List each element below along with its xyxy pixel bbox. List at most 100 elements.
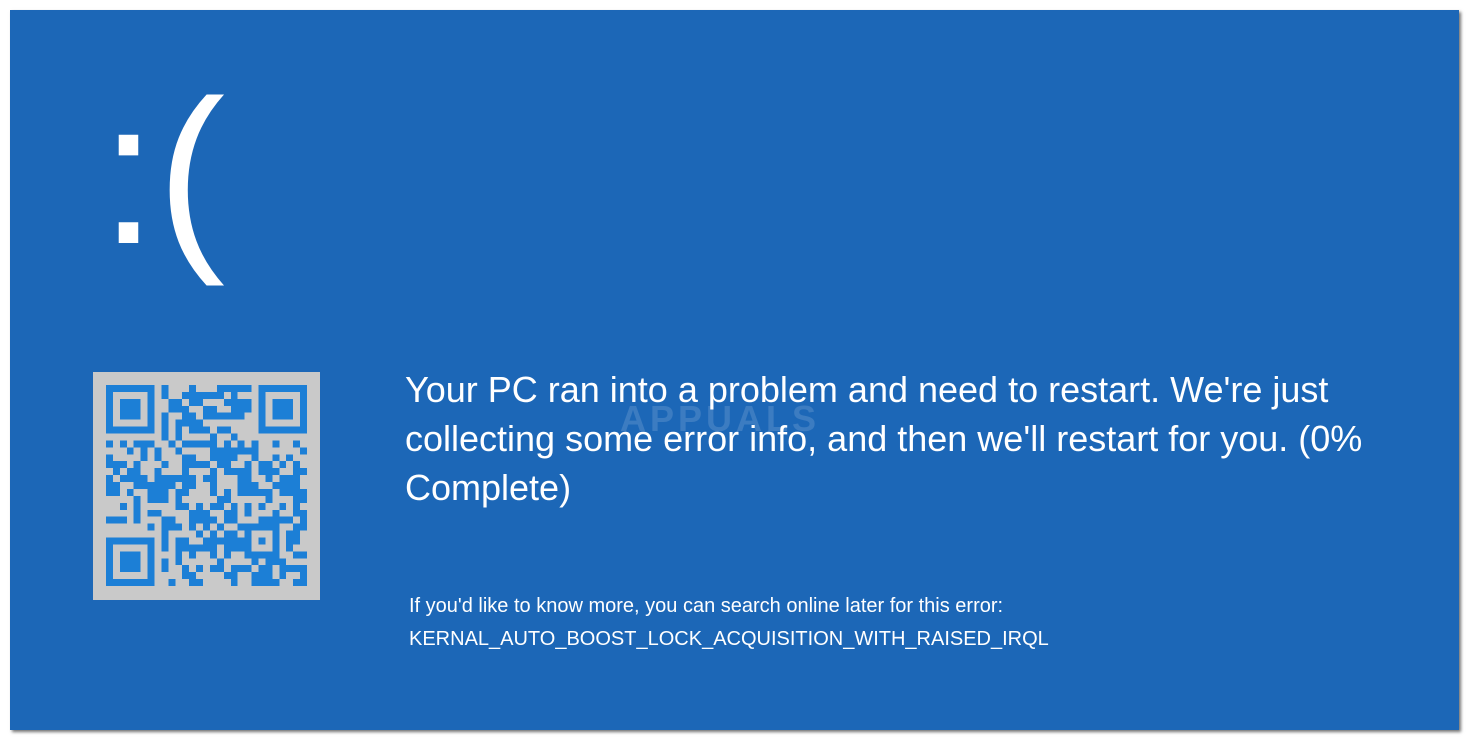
qr-module	[230, 405, 238, 413]
qr-module	[258, 412, 266, 420]
qr-module	[223, 440, 231, 448]
qr-module	[279, 565, 287, 573]
qr-module	[230, 433, 238, 441]
qr-module	[196, 398, 204, 406]
qr-module	[126, 412, 134, 420]
qr-module	[265, 468, 273, 476]
qr-module	[230, 398, 238, 406]
qr-module	[265, 426, 273, 434]
qr-module	[196, 391, 204, 399]
qr-module	[209, 537, 217, 545]
qr-module	[223, 488, 231, 496]
qr-module	[272, 385, 280, 392]
qr-module	[293, 468, 301, 476]
qr-module	[189, 426, 197, 434]
qr-module	[147, 391, 155, 399]
qr-module	[161, 391, 169, 399]
qr-module	[203, 405, 210, 413]
qr-module	[293, 579, 301, 586]
qr-module	[230, 544, 238, 552]
qr-module	[209, 544, 217, 552]
qr-module	[258, 537, 266, 545]
qr-module	[223, 468, 231, 476]
qr-module	[175, 405, 183, 413]
qr-module	[106, 537, 113, 545]
qr-module	[175, 433, 183, 441]
qr-module	[286, 530, 294, 538]
qr-module	[230, 572, 238, 580]
qr-module	[223, 385, 231, 392]
qr-module	[272, 454, 280, 462]
qr-module	[126, 447, 134, 455]
qr-module	[147, 523, 155, 531]
qr-module	[279, 502, 287, 510]
qr-module	[223, 509, 231, 517]
qr-module	[182, 572, 190, 580]
qr-module	[244, 385, 252, 392]
qr-module	[265, 516, 273, 524]
qr-module	[182, 475, 190, 483]
qr-module	[203, 412, 210, 420]
error-message: Your PC ran into a problem and need to r…	[405, 369, 1363, 508]
qr-module	[161, 461, 169, 469]
qr-module	[272, 523, 280, 531]
qr-module	[223, 572, 231, 580]
qr-module	[223, 537, 231, 545]
qr-module	[286, 475, 294, 483]
qr-module	[175, 419, 183, 427]
qr-module	[279, 398, 287, 406]
qr-module	[133, 426, 141, 434]
qr-module	[258, 426, 266, 434]
qr-module	[182, 440, 190, 448]
bsod-screen: :( Your PC ran into a problem and need t…	[10, 10, 1459, 730]
qr-module	[182, 454, 190, 462]
qr-module	[189, 454, 197, 462]
qr-module	[300, 391, 307, 399]
qr-module	[286, 412, 294, 420]
qr-module	[189, 579, 197, 586]
qr-module	[230, 502, 238, 510]
qr-module	[112, 488, 120, 496]
qr-module	[216, 565, 224, 573]
qr-module	[147, 440, 155, 448]
qr-module	[203, 523, 210, 531]
qr-module	[216, 412, 224, 420]
qr-module	[154, 447, 162, 455]
qr-module	[286, 565, 294, 573]
qr-module	[203, 475, 210, 483]
qr-module	[265, 565, 273, 573]
qr-module	[161, 565, 169, 573]
qr-module	[230, 468, 238, 476]
qr-module	[237, 482, 245, 489]
qr-module	[126, 551, 134, 559]
qr-module	[161, 530, 169, 538]
qr-module	[258, 398, 266, 406]
qr-module	[272, 551, 280, 559]
qr-module	[161, 419, 169, 427]
qr-module	[196, 530, 204, 538]
qr-module	[112, 482, 120, 489]
qr-module	[161, 544, 169, 552]
qr-module	[147, 558, 155, 566]
qr-module	[300, 572, 307, 580]
qr-module	[293, 523, 301, 531]
qr-module	[126, 565, 134, 573]
qr-module	[196, 502, 204, 510]
qr-module	[106, 544, 113, 552]
qr-module	[265, 461, 273, 469]
qr-module	[106, 391, 113, 399]
qr-module	[147, 495, 155, 503]
qr-module	[196, 440, 204, 448]
qr-module	[300, 405, 307, 413]
qr-module	[265, 385, 273, 392]
qr-module	[279, 385, 287, 392]
qr-module	[244, 447, 252, 455]
qr-module	[147, 398, 155, 406]
qr-module	[209, 565, 217, 573]
qr-module	[112, 579, 120, 586]
qr-module	[133, 405, 141, 413]
qr-module	[133, 537, 141, 545]
qr-module	[203, 461, 210, 469]
qr-module	[161, 495, 169, 503]
qr-module	[230, 565, 238, 573]
